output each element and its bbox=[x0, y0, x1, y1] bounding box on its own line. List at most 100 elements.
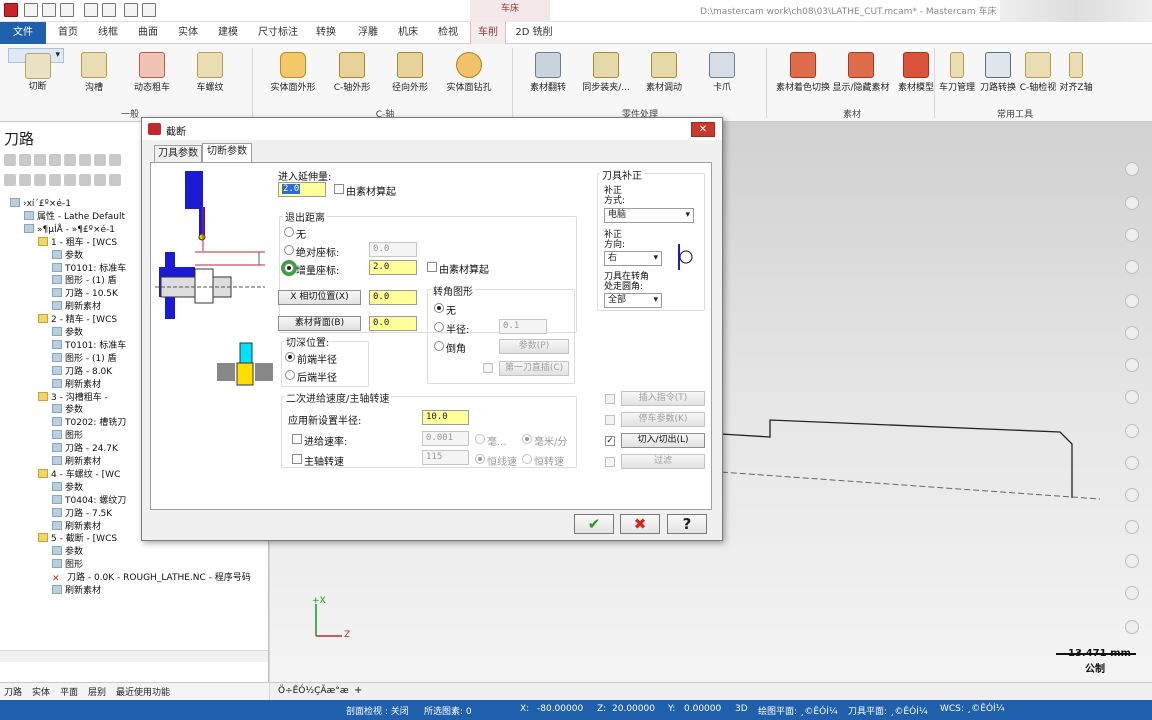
open-folder-icon[interactable] bbox=[60, 3, 74, 17]
tab-turning[interactable]: 车削 bbox=[470, 22, 506, 44]
toolpath-toolbar-row2[interactable] bbox=[4, 174, 124, 188]
help-button[interactable]: ? bbox=[667, 514, 707, 534]
spindle-input[interactable]: 115 bbox=[422, 450, 469, 465]
print-icon[interactable] bbox=[84, 3, 98, 17]
tree-item[interactable]: 参数 bbox=[52, 404, 83, 416]
window-controls[interactable] bbox=[1000, 0, 1152, 22]
tab-transform[interactable]: 转换 bbox=[308, 22, 344, 44]
view-tool-icon[interactable] bbox=[1125, 488, 1139, 502]
tree-item[interactable]: T0101: 标准车 bbox=[52, 339, 126, 352]
retract-abs-input[interactable]: 0.0 bbox=[369, 242, 417, 257]
tree-item[interactable]: 1 - 粗车 - [WCS bbox=[38, 236, 117, 249]
first-cut-checkbox[interactable] bbox=[483, 363, 493, 373]
tab-toolpaths[interactable]: 刀路 bbox=[4, 685, 22, 698]
lead-in-out-checkbox[interactable]: ✓ bbox=[605, 436, 615, 446]
spindle-checkbox[interactable] bbox=[292, 454, 302, 464]
tree-item[interactable]: 刷新素材 bbox=[52, 378, 101, 391]
tab-solid[interactable]: 实体 bbox=[170, 22, 206, 44]
tab-relief[interactable]: 浮雕 bbox=[350, 22, 386, 44]
undo-icon[interactable] bbox=[124, 3, 138, 17]
tab-tool-params[interactable]: 刀具参数 bbox=[154, 145, 202, 162]
view-tool-icon[interactable] bbox=[1125, 260, 1139, 274]
wcs-status[interactable]: WCS: ¸©ÊÓÍ¼ bbox=[940, 704, 1004, 714]
tree-item[interactable]: T0101: 标准车 bbox=[52, 262, 126, 275]
solid-face-drill-button[interactable]: 实体面钻孔 bbox=[440, 48, 498, 104]
cut-front-radio[interactable] bbox=[285, 352, 295, 362]
corner-round-select[interactable]: 全部 bbox=[604, 293, 662, 308]
x-tangent-input[interactable]: 0.0 bbox=[369, 290, 417, 305]
retract-from-stock-checkbox[interactable] bbox=[427, 262, 437, 272]
retract-none-radio[interactable] bbox=[284, 227, 294, 237]
feed-unit-mm-min-radio[interactable] bbox=[522, 434, 532, 444]
tab-view[interactable]: 检视 bbox=[430, 22, 466, 44]
tree-item[interactable]: 图形 - (1) 盾 bbox=[52, 275, 117, 287]
x-tangent-button[interactable]: X 相切位置(X) bbox=[278, 290, 361, 305]
retract-inc-radio[interactable] bbox=[284, 263, 294, 273]
tab-surface[interactable]: 曲面 bbox=[130, 22, 166, 44]
tree-item[interactable]: T0404: 螺纹刀 bbox=[52, 494, 126, 507]
insert-cmd-checkbox[interactable] bbox=[605, 394, 615, 404]
section-view-status[interactable]: 剖面检视 : 关闭 bbox=[346, 704, 409, 717]
tab-home[interactable]: 首页 bbox=[50, 22, 86, 44]
view-tool-icon[interactable] bbox=[1125, 358, 1139, 372]
tree-item[interactable]: 4 - 车螺纹 - [WC bbox=[38, 468, 120, 481]
comp-mode-select[interactable]: 电脑 bbox=[604, 208, 694, 223]
tree-item[interactable]: 图形 - (1) 盾 bbox=[52, 352, 117, 365]
view-tool-icon[interactable] bbox=[1125, 424, 1139, 438]
view-tool-icon[interactable] bbox=[1125, 294, 1139, 308]
cut-back-radio[interactable] bbox=[285, 370, 295, 380]
tree-item[interactable]: 刀路 - 24.7K bbox=[52, 443, 118, 455]
tree-item[interactable]: 刀路 - 8.0K bbox=[52, 365, 112, 378]
draw-plane-status[interactable]: 绘图平面: ¸©ÊÓÍ¼ bbox=[758, 704, 838, 717]
feed-rate-input[interactable]: 0.001 bbox=[422, 431, 469, 446]
new-radius-input[interactable]: 10.0 bbox=[422, 410, 469, 425]
tree-item[interactable]: 5 - 截断 - [WCS bbox=[38, 533, 117, 545]
toolpath-toolbar-row1[interactable] bbox=[4, 154, 124, 168]
tab-recent[interactable]: 最近使用功能 bbox=[116, 685, 170, 698]
save-icon[interactable] bbox=[42, 3, 56, 17]
entry-from-stock-checkbox[interactable] bbox=[334, 184, 344, 194]
stock-shading-button[interactable]: 素材着色切换 bbox=[774, 48, 832, 104]
tool-plane-status[interactable]: 刀具平面: ¸©ÊÓÍ¼ bbox=[848, 704, 928, 717]
close-button[interactable]: ✕ bbox=[691, 122, 715, 137]
stock-flip-button[interactable]: 素材翻转 bbox=[520, 48, 576, 104]
viewsheet-tab[interactable]: Ö÷ÊÓ½ÇÃæ°æ bbox=[278, 686, 349, 696]
view-tool-icon[interactable] bbox=[1125, 390, 1139, 404]
comp-dir-select[interactable]: 右 bbox=[604, 251, 662, 266]
first-cut-plunge-button[interactable]: 第一刀直插(C) bbox=[499, 361, 569, 376]
tree-item[interactable]: 图形 bbox=[52, 430, 83, 442]
tab-solids[interactable]: 实体 bbox=[32, 685, 50, 698]
new-file-icon[interactable] bbox=[24, 3, 38, 17]
tree-item[interactable]: 参数 bbox=[52, 481, 83, 494]
add-viewsheet-icon[interactable]: + bbox=[354, 685, 362, 696]
filter-button[interactable]: 过滤 bbox=[621, 454, 705, 469]
tab-levels[interactable]: 层别 bbox=[88, 685, 106, 698]
tree-item[interactable]: 刀路 - 7.5K bbox=[52, 507, 112, 520]
tree-item[interactable]: 属性 - Lathe Default bbox=[24, 210, 125, 223]
view-tool-icon[interactable] bbox=[1125, 620, 1139, 634]
redo-icon[interactable] bbox=[142, 3, 156, 17]
tree-item[interactable]: 刷新素材 bbox=[52, 585, 101, 597]
tab-file[interactable]: 文件 bbox=[0, 22, 46, 44]
tree-item[interactable]: 2 - 精车 - [WCS bbox=[38, 314, 117, 326]
c-axis-view-button[interactable]: C-轴检视 bbox=[1018, 48, 1058, 104]
cancel-button[interactable]: ✖ bbox=[620, 514, 660, 534]
align-z-button[interactable]: 对齐Z轴 bbox=[1056, 48, 1096, 104]
tab-cutoff-params[interactable]: 切断参数 bbox=[202, 143, 252, 163]
tree-item[interactable]: T0202: 槽铣刀 bbox=[52, 417, 126, 429]
tree-item[interactable]: ›xí´£º×é-1 bbox=[10, 198, 71, 210]
corner-radius-radio[interactable] bbox=[434, 322, 444, 332]
tree-item[interactable]: 参数 bbox=[52, 249, 83, 262]
view-tool-icon[interactable] bbox=[1125, 586, 1139, 600]
view-tool-icon[interactable] bbox=[1125, 228, 1139, 242]
feed-rate-checkbox[interactable] bbox=[292, 434, 302, 444]
chuck-jaw-button[interactable]: 卡爪 bbox=[694, 48, 750, 104]
stock-back-input[interactable]: 0.0 bbox=[369, 316, 417, 331]
spindle-css-radio[interactable] bbox=[475, 454, 485, 464]
c-axis-contour-button[interactable]: C-轴外形 bbox=[324, 48, 380, 104]
solid-face-contour-button[interactable]: 实体面外形 bbox=[264, 48, 322, 104]
stock-back-button[interactable]: 素材背面(B) bbox=[278, 316, 361, 331]
tree-item[interactable]: 刀路 - 10.5K bbox=[52, 288, 118, 300]
view-tool-icon[interactable] bbox=[1125, 162, 1139, 176]
spindle-rpm-radio[interactable] bbox=[522, 454, 532, 464]
